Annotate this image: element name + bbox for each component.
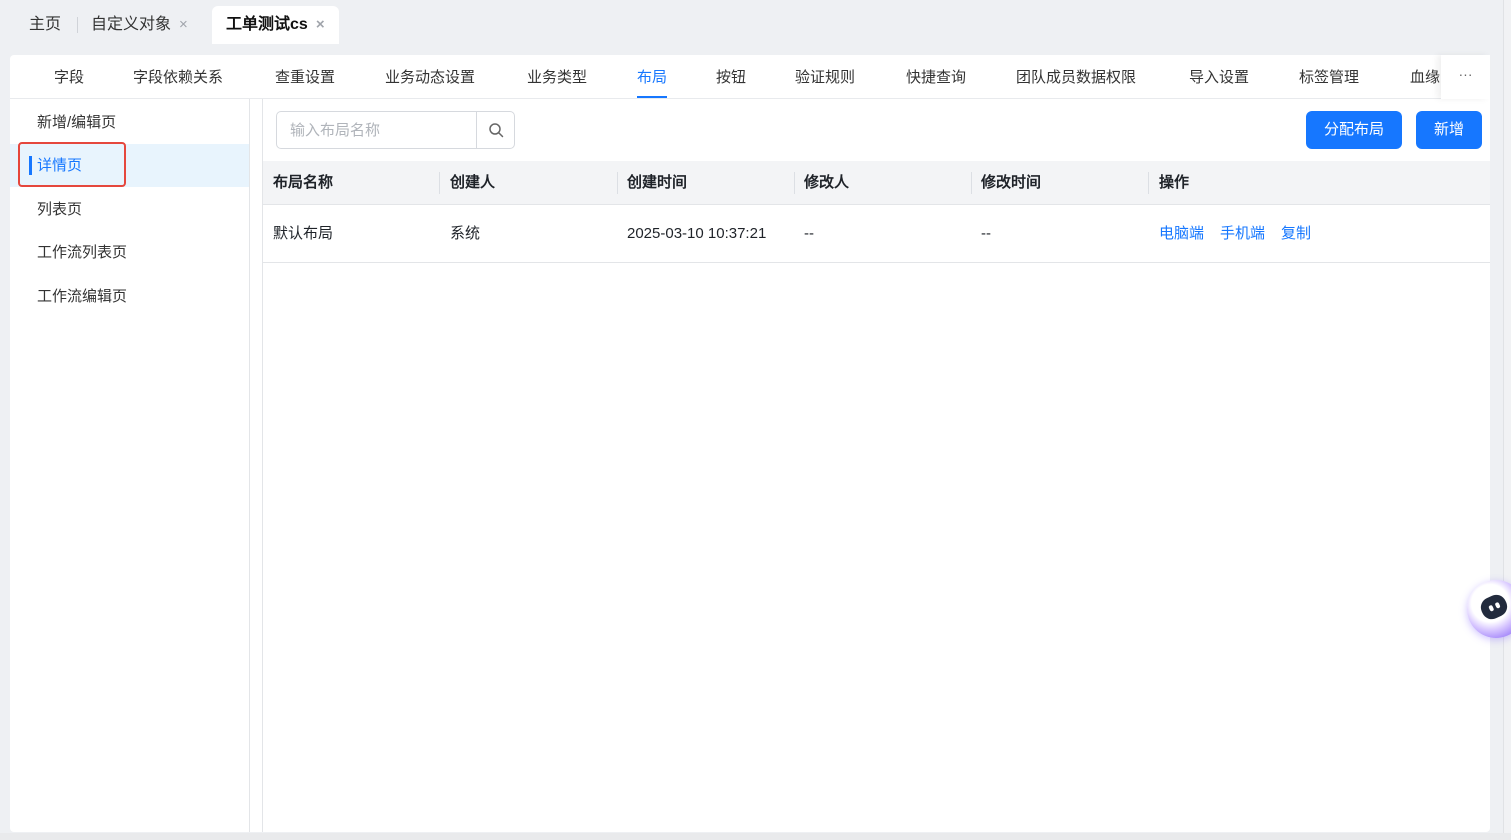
tab-fields[interactable]: 字段 xyxy=(54,55,84,98)
table-header: 布局名称 创建人 创建时间 修改人 修改时间 操作 xyxy=(263,161,1490,205)
layout-list-panel: 分配布局 新增 布局名称 创建人 创建时间 修改人 修改时间 操作 默认布局 系… xyxy=(262,99,1490,832)
desktop-link[interactable]: 电脑端 xyxy=(1159,225,1204,242)
tab-team-permissions[interactable]: 团队成员数据权限 xyxy=(1016,55,1136,98)
tab-layout[interactable]: 布局 xyxy=(637,55,668,98)
column-divider xyxy=(971,172,972,194)
tab-validation-rules[interactable]: 验证规则 xyxy=(795,55,855,98)
menu-item-list-page[interactable]: 列表页 xyxy=(10,188,249,231)
column-header: 创建人 xyxy=(450,174,496,191)
mobile-link[interactable]: 手机端 xyxy=(1220,225,1265,242)
tab-ticket-test[interactable]: 工单测试cs × xyxy=(212,6,339,44)
layout-table: 布局名称 创建人 创建时间 修改人 修改时间 操作 默认布局 系统 2025-0… xyxy=(263,161,1490,263)
cell-created-time: 2025-03-10 10:37:21 xyxy=(627,225,767,242)
tab-dedup-settings[interactable]: 查重设置 xyxy=(275,55,335,98)
search-icon xyxy=(488,123,503,138)
bottom-border xyxy=(0,833,1511,840)
tab-custom-object[interactable]: 自定义对象 × xyxy=(91,6,188,44)
menu-item-workflow-edit-page[interactable]: 工作流编辑页 xyxy=(10,275,249,318)
ellipsis-icon: ··· xyxy=(1458,66,1473,82)
menu-item-add-edit-page[interactable]: 新增/编辑页 xyxy=(10,101,249,144)
cell-modified-time: -- xyxy=(981,225,991,242)
column-header: 修改人 xyxy=(804,174,850,191)
column-divider xyxy=(617,172,618,194)
tab-buttons[interactable]: 按钮 xyxy=(716,55,746,98)
tab-lineage[interactable]: 血缘 xyxy=(1410,55,1440,98)
cell-layout-name: 默认布局 xyxy=(273,225,334,242)
search-button[interactable] xyxy=(476,112,514,148)
tab-home[interactable]: 主页 xyxy=(29,6,61,44)
assign-layout-button[interactable]: 分配布局 xyxy=(1306,111,1403,149)
tab-business-type[interactable]: 业务类型 xyxy=(527,55,587,98)
page-scrollbar[interactable] xyxy=(1503,0,1511,840)
settings-card: 字段 字段依赖关系 查重设置 业务动态设置 业务类型 布局 按钮 验证规则 快捷… xyxy=(10,55,1490,832)
tab-quick-query[interactable]: 快捷查询 xyxy=(906,55,966,98)
table-row: 默认布局 系统 2025-03-10 10:37:21 -- -- 电脑端 手机端… xyxy=(263,205,1490,263)
search-box xyxy=(276,111,515,149)
tab-activity-settings[interactable]: 业务动态设置 xyxy=(385,55,475,98)
column-divider xyxy=(1148,172,1149,194)
settings-tab-bar: 字段 字段依赖关系 查重设置 业务动态设置 业务类型 布局 按钮 验证规则 快捷… xyxy=(10,55,1441,99)
layout-page-menu: 新增/编辑页 详情页 列表页 工作流列表页 工作流编辑页 xyxy=(10,99,250,832)
tab-divider xyxy=(77,17,78,33)
column-header: 布局名称 xyxy=(273,174,334,191)
tab-ticket-test-label: 工单测试cs xyxy=(226,16,308,33)
cell-creator: 系统 xyxy=(450,225,481,242)
tab-import-settings[interactable]: 导入设置 xyxy=(1189,55,1249,98)
column-divider xyxy=(794,172,795,194)
tab-tag-management[interactable]: 标签管理 xyxy=(1299,55,1359,98)
cell-actions: 电脑端 手机端 复制 xyxy=(1159,205,1327,263)
search-input[interactable] xyxy=(277,112,477,148)
column-header: 操作 xyxy=(1159,174,1190,191)
column-divider xyxy=(439,172,440,194)
close-icon[interactable]: × xyxy=(179,16,188,33)
tab-custom-object-label: 自定义对象 xyxy=(91,16,172,33)
annotation-highlight-box xyxy=(18,142,126,187)
menu-item-workflow-list-page[interactable]: 工作流列表页 xyxy=(10,231,249,274)
cell-modifier: -- xyxy=(804,225,814,242)
robot-icon xyxy=(1477,591,1511,623)
close-icon[interactable]: × xyxy=(316,16,325,33)
window-tab-bar: 主页 自定义对象 × 工单测试cs × xyxy=(0,0,1511,44)
column-header: 修改时间 xyxy=(981,174,1042,191)
robot-eye xyxy=(1488,604,1495,612)
tab-field-dependency[interactable]: 字段依赖关系 xyxy=(133,55,223,98)
column-header: 创建时间 xyxy=(627,174,688,191)
robot-eye xyxy=(1494,601,1501,609)
more-tabs-button[interactable]: ··· xyxy=(1441,55,1490,99)
tab-home-label: 主页 xyxy=(29,16,62,33)
copy-link[interactable]: 复制 xyxy=(1281,225,1311,242)
add-layout-button[interactable]: 新增 xyxy=(1416,111,1483,149)
